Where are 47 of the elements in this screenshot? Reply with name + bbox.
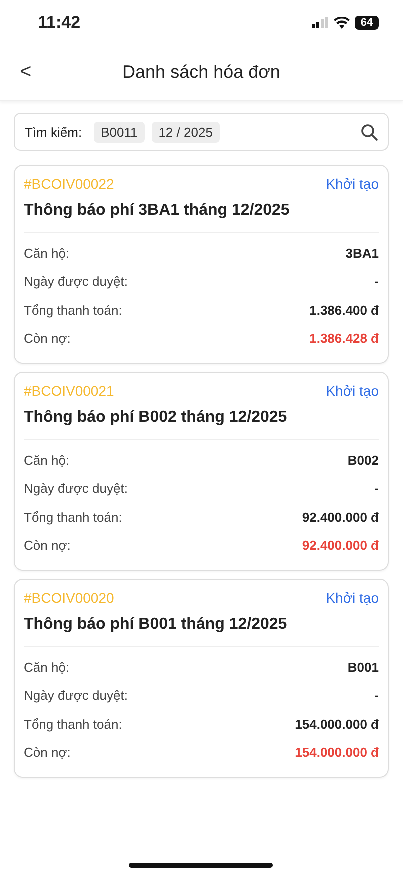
debt-amount: 154.000.000 đ [295, 745, 379, 760]
field-value: 154.000.000 đ [295, 716, 379, 732]
invoice-title: Thông báo phí B001 tháng 12/2025 [24, 616, 288, 634]
field-value: 3BA1 [346, 246, 379, 261]
battery-icon: 64 [355, 16, 379, 30]
search-label: Tìm kiếm: [25, 124, 82, 140]
debt-amount: 1.386.428 đ [310, 331, 379, 346]
field-value: 92.400.000 đ [302, 510, 379, 525]
invoice-status: Khởi tạo [326, 176, 379, 192]
debt-amount: 92.400.000 đ [302, 538, 379, 554]
search-icon[interactable] [361, 124, 378, 140]
invoice-card[interactable]: #BCOIV00022 Khởi tạo Thông báo phí 3BA1 tháng 12/2025 Căn hộ: 3BA1 Ngày được duyệt: - Tổng thanh toán: 1.386.400 đ Còn nợ: 1.386.428 đ [14, 165, 389, 364]
invoice-card[interactable]: #BCOIV00021 Khởi tạo Thông báo phí B002 tháng 12/2025 Căn hộ: B002 Ngày được duyệt: - Tổng thanh toán: 92.400.000 đ Còn nợ: 92.400.000 đ [14, 372, 389, 571]
status-time: 11:42 [38, 12, 81, 32]
back-button[interactable]: < [16, 59, 36, 86]
field-label: Tổng thanh toán: [24, 716, 122, 732]
field-label: Căn hộ: [24, 452, 70, 468]
filter-chip[interactable]: 12 / 2025 [152, 122, 220, 142]
field-label: Còn nợ: [24, 331, 71, 346]
field-label: Căn hộ: [24, 660, 70, 675]
invoice-code: #BCOIV00022 [24, 176, 114, 192]
field-value: - [374, 688, 379, 704]
field-label: Tổng thanh toán: [24, 302, 122, 318]
invoice-card[interactable]: #BCOIV00020 Khởi tạo Thông báo phí B001 tháng 12/2025 Căn hộ: B001 Ngày được duyệt: - Tổng thanh toán: 154.000.000 đ Còn nợ: 154.000.000 đ [14, 579, 389, 778]
field-value: B001 [348, 660, 379, 675]
invoice-code: #BCOIV00020 [24, 590, 114, 606]
invoice-code: #BCOIV00021 [24, 383, 114, 399]
field-value: - [374, 274, 379, 290]
field-label: Ngày được duyệt: [24, 688, 128, 704]
wifi-icon [334, 16, 350, 28]
invoice-title: Thông báo phí 3BA1 tháng 12/2025 [24, 202, 291, 220]
field-label: Tổng thanh toán: [24, 510, 122, 525]
field-value: - [374, 481, 379, 496]
search-field[interactable]: Tìm kiếm: B0011 12 / 2025 [14, 113, 389, 151]
filter-chip[interactable]: B0011 [94, 122, 145, 142]
invoice-status: Khởi tạo [326, 383, 379, 399]
signal-icon [312, 17, 329, 28]
page-title: Danh sách hóa đơn [122, 62, 280, 83]
field-label: Còn nợ: [24, 745, 71, 760]
field-value: 1.386.400 đ [310, 302, 379, 318]
invoice-status: Khởi tạo [326, 590, 379, 606]
field-label: Ngày được duyệt: [24, 274, 128, 290]
field-value: B002 [348, 452, 379, 468]
field-label: Còn nợ: [24, 538, 71, 554]
invoice-title: Thông báo phí B002 tháng 12/2025 [24, 409, 288, 427]
field-label: Ngày được duyệt: [24, 481, 128, 496]
field-label: Căn hộ: [24, 246, 70, 261]
